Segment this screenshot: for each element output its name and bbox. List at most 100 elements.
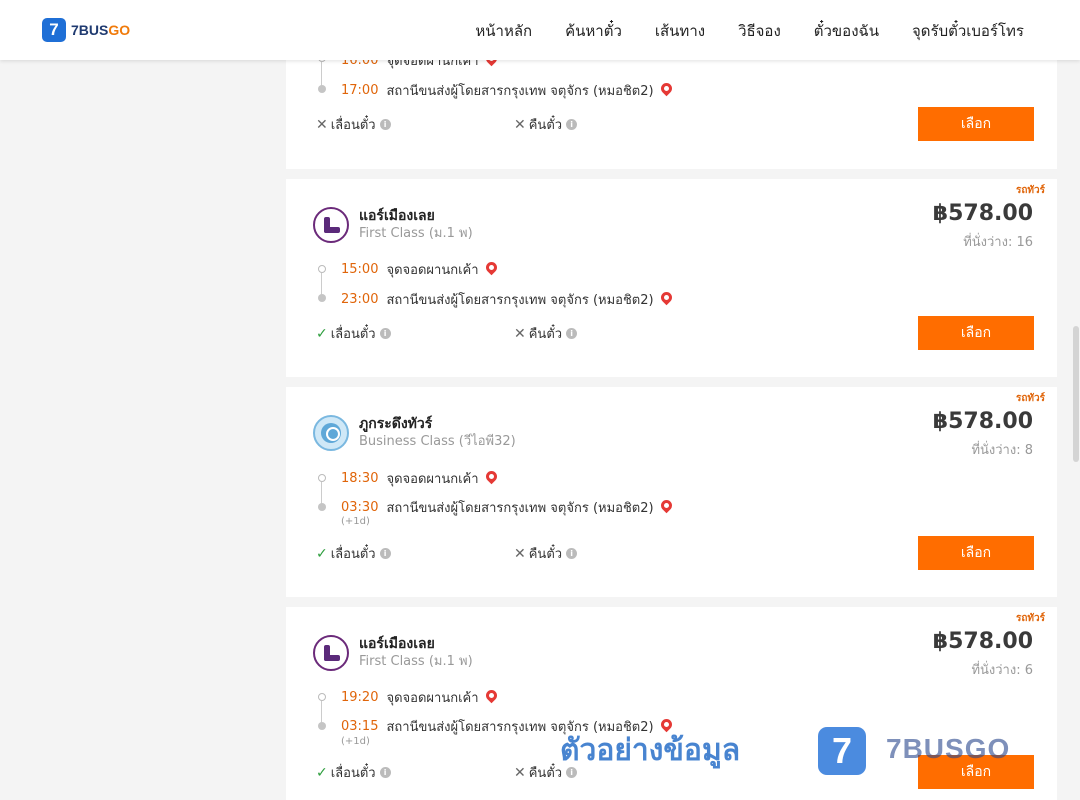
reschedule-label: เลื่อนตั๋ว (330, 766, 376, 781)
trip-card: รถทัวร์ ภูกระดึงทัวร์ Business Class (วี… (286, 387, 1057, 597)
departure-time: 19:20 (341, 690, 379, 705)
nav-routes[interactable]: เส้นทาง (655, 19, 705, 43)
check-icon: ✓ (316, 764, 328, 781)
origin-stop: 19:20 จุดจอดผานกเค้า (341, 687, 499, 708)
destination-name: สถานีขนส่งผู้โดยสารกรุงเทพ จตุจักร (หมอช… (386, 84, 654, 99)
bus-class: First Class (ม.1 พ) (359, 654, 473, 669)
destination-dot (318, 722, 326, 730)
reschedule-label: เลื่อนตั๋ว (330, 547, 376, 562)
refund-policy: ✕ คืนตั๋ว i (514, 543, 578, 564)
map-pin-icon[interactable] (658, 497, 674, 514)
arrival-time: 03:30 (341, 500, 379, 515)
logo-text: 7BUSGO (71, 22, 130, 38)
reschedule-policy: ✓ เลื่อนตั๋ว i (316, 543, 391, 564)
reschedule-label: เลื่อนตั๋ว (330, 118, 376, 133)
next-day-indicator: (+1d) (341, 516, 370, 527)
refund-policy: ✕ คืนตั๋ว i (514, 323, 578, 344)
refund-policy: ✕ คืนตั๋ว i (514, 114, 578, 135)
destination-stop: 03:30 สถานีขนส่งผู้โดยสารกรุงเทพ จตุจักร… (341, 497, 674, 518)
scrollbar-thumb[interactable] (1073, 326, 1079, 462)
cross-icon: ✕ (316, 116, 328, 133)
bus-class: First Class (ม.1 พ) (359, 226, 473, 241)
reschedule-policy: ✓ เลื่อนตั๋ว i (316, 762, 391, 783)
origin-dot (318, 265, 326, 273)
destination-stop: 23:00 สถานีขนส่งผู้โดยสารกรุงเทพ จตุจักร… (341, 289, 674, 310)
ticket-price: ฿578.00 (932, 409, 1033, 434)
check-icon: ✓ (316, 545, 328, 562)
watermark: ตัวอย่างข้อมูล 7 7BUSGO (560, 727, 1020, 779)
origin-stop: 18:30 จุดจอดผานกเค้า (341, 468, 499, 489)
tour-tag: รถทัวร์ (1015, 393, 1045, 404)
refund-label: คืนตั๋ว (528, 547, 563, 562)
origin-name: จุดจอดผานกเค้า (386, 472, 479, 487)
destination-dot (318, 294, 326, 302)
map-pin-icon[interactable] (483, 259, 499, 276)
operator-name: แอร์เมืองเลย (359, 636, 435, 652)
site-logo[interactable]: 7 7BUSGO (42, 18, 130, 42)
reschedule-policy: ✓ เลื่อนตั๋ว i (316, 323, 391, 344)
operator-info: ภูกระดึงทัวร์ Business Class (วีไอพี32) (359, 415, 516, 451)
operator-logo-icon (313, 635, 349, 671)
nav-how-to-book[interactable]: วิธีจอง (738, 19, 781, 43)
nav-home[interactable]: หน้าหลัก (475, 19, 532, 43)
info-icon[interactable]: i (379, 328, 391, 339)
operator: แอร์เมืองเลย First Class (ม.1 พ) (313, 635, 473, 671)
watermark-text: ตัวอย่างข้อมูล (560, 733, 741, 768)
nav-my-tickets[interactable]: ตั๋วของฉัน (814, 19, 879, 43)
ticket-price: ฿578.00 (932, 201, 1033, 226)
select-button[interactable]: เลือก (918, 316, 1034, 350)
cross-icon: ✕ (514, 764, 526, 781)
destination-dot (318, 85, 326, 93)
seats-available: ที่นั่งว่าง: 16 (963, 235, 1033, 250)
arrival-time: 23:00 (341, 292, 379, 307)
next-day-indicator: (+1d) (341, 736, 370, 747)
info-icon[interactable]: i (566, 548, 578, 559)
check-icon: ✓ (316, 325, 328, 342)
info-icon[interactable]: i (566, 328, 578, 339)
origin-name: จุดจอดผานกเค้า (386, 263, 479, 278)
bus-class: Business Class (วีไอพี32) (359, 434, 516, 449)
info-icon[interactable]: i (566, 119, 578, 130)
refund-label: คืนตั๋ว (528, 118, 563, 133)
select-button[interactable]: เลือก (918, 107, 1034, 141)
info-icon[interactable]: i (379, 548, 391, 559)
destination-dot (318, 503, 326, 511)
map-pin-icon[interactable] (658, 80, 674, 97)
operator-logo-icon (313, 415, 349, 451)
select-button[interactable]: เลือก (918, 536, 1034, 570)
destination-name: สถานีขนส่งผู้โดยสารกรุงเทพ จตุจักร (หมอช… (386, 293, 654, 308)
trip-card: รถทัวร์ แอร์เมืองเลย First Class (ม.1 พ)… (286, 179, 1057, 377)
operator-name: ภูกระดึงทัวร์ (359, 416, 433, 432)
top-header: 7 7BUSGO หน้าหลัก ค้นหาตั๋ว เส้นทาง วิธี… (0, 0, 1080, 60)
nav-ticket-pickup[interactable]: จุดรับตั๋วเบอร์โทร (912, 19, 1024, 43)
origin-name: จุดจอดผานกเค้า (386, 691, 479, 706)
operator: แอร์เมืองเลย First Class (ม.1 พ) (313, 207, 473, 243)
seats-available: ที่นั่งว่าง: 8 (971, 443, 1033, 458)
refund-label: คืนตั๋ว (528, 327, 563, 342)
main-nav: หน้าหลัก ค้นหาตั๋ว เส้นทาง วิธีจอง ตั๋วข… (475, 19, 1024, 43)
logo-text-accent: GO (108, 22, 131, 38)
destination-name: สถานีขนส่งผู้โดยสารกรุงเทพ จตุจักร (หมอช… (386, 501, 654, 516)
logo-text-part: 7BUS (71, 22, 109, 38)
ticket-price: ฿578.00 (932, 629, 1033, 654)
operator: ภูกระดึงทัวร์ Business Class (วีไอพี32) (313, 415, 516, 451)
operator-logo-icon (313, 207, 349, 243)
origin-dot (318, 693, 326, 701)
reschedule-policy: ✕ เลื่อนตั๋ว i (316, 114, 391, 135)
info-icon[interactable]: i (379, 767, 391, 778)
seats-available: ที่นั่งว่าง: 6 (971, 663, 1033, 678)
departure-time: 15:00 (341, 262, 379, 277)
tour-tag: รถทัวร์ (1015, 613, 1045, 624)
cross-icon: ✕ (514, 116, 526, 133)
page-scrollbar[interactable] (1072, 60, 1080, 800)
cross-icon: ✕ (514, 325, 526, 342)
logo-badge-icon: 7 (42, 18, 66, 42)
arrival-time: 17:00 (341, 83, 379, 98)
map-pin-icon[interactable] (483, 687, 499, 704)
info-icon[interactable]: i (379, 119, 391, 130)
nav-search-ticket[interactable]: ค้นหาตั๋ว (565, 19, 622, 43)
map-pin-icon[interactable] (483, 468, 499, 485)
operator-info: แอร์เมืองเลย First Class (ม.1 พ) (359, 635, 473, 671)
refund-label: คืนตั๋ว (528, 766, 563, 781)
map-pin-icon[interactable] (658, 289, 674, 306)
